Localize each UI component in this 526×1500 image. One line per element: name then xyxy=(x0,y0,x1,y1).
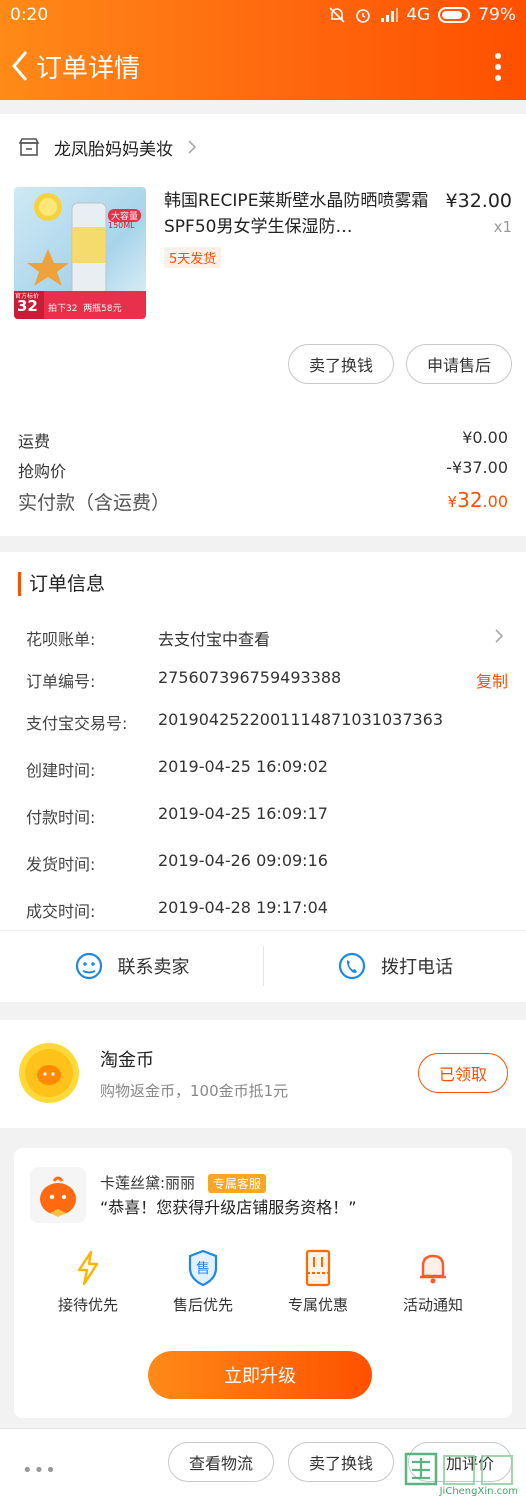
info-label: 花呗账单: xyxy=(26,630,96,649)
shipping-tag: 5天发货 xyxy=(164,247,222,268)
network-label: 4G xyxy=(406,5,431,25)
chevron-right-icon xyxy=(188,140,197,154)
claimed-button[interactable]: 已领取 xyxy=(418,1053,508,1093)
chat-face-icon xyxy=(75,952,102,980)
product-price: ¥32.00 xyxy=(445,190,512,212)
alarm-icon xyxy=(356,9,371,23)
product-thumbnail[interactable]: 大容量 150ML 官方标价 32 拍下32 两瓶58元 xyxy=(14,187,146,319)
fee-label: 运费 xyxy=(18,432,51,451)
info-label: 付款时间: xyxy=(26,808,96,827)
cs-badge: 专属客服 xyxy=(208,1174,267,1193)
paid-label: 实付款（含运费） xyxy=(18,492,171,514)
perk-reception: 接待优先 xyxy=(43,1248,133,1315)
contact-seller-label: 联系卖家 xyxy=(117,957,190,978)
info-label: 支付宝交易号: xyxy=(26,714,128,733)
page-title: 订单详情 xyxy=(36,54,141,84)
chevron-right-icon xyxy=(495,629,504,643)
phone-icon xyxy=(338,952,366,980)
app-header: 0:20 4G 79% 订单详情 xyxy=(0,0,526,100)
perk-label: 售后优先 xyxy=(172,1296,233,1314)
status-time: 0:20 xyxy=(10,5,49,25)
info-label: 成交时间: xyxy=(26,902,96,921)
status-bar: 0:20 4G 79% xyxy=(0,0,526,32)
shield-icon: 售 xyxy=(188,1249,218,1287)
gold-coin-icon xyxy=(19,1043,79,1103)
store-icon xyxy=(18,138,40,156)
paid-amount-integer: 32 xyxy=(457,488,483,512)
store-row[interactable]: 龙凤胎妈妈美妆 xyxy=(18,136,197,160)
info-value: 2019042522001114871031037363 xyxy=(158,710,444,729)
thumb-promo: 拍下32 两瓶58元 xyxy=(48,304,122,314)
perk-label: 专属优惠 xyxy=(287,1296,348,1314)
info-value: 2019-04-28 19:17:04 xyxy=(158,898,328,917)
thumb-price: 32 xyxy=(17,297,38,315)
paid-currency: ¥ xyxy=(447,493,458,511)
more-menu-icon[interactable] xyxy=(494,52,502,82)
call-phone-label: 拨打电话 xyxy=(381,957,453,978)
cs-avatar xyxy=(30,1167,86,1223)
perk-label: 接待优先 xyxy=(57,1296,118,1314)
store-name: 龙凤胎妈妈美妆 xyxy=(54,139,173,160)
paid-total-row: 实付款（含运费） ¥32.00 xyxy=(18,488,508,515)
view-logistics-button[interactable]: 查看物流 xyxy=(168,1442,274,1482)
cs-name: 卡莲丝黛:丽丽 xyxy=(100,1174,196,1192)
info-value: 2019-04-25 16:09:17 xyxy=(158,804,328,823)
info-label: 订单编号: xyxy=(26,672,96,691)
copy-button[interactable]: 复制 xyxy=(476,668,508,692)
upgrade-message: “恭喜！您获得升级店铺服务资格！” xyxy=(100,1198,357,1217)
paid-amount: ¥32.00 xyxy=(448,488,508,515)
back-arrow-icon[interactable] xyxy=(8,48,32,84)
perk-event-notice: 活动通知 xyxy=(388,1248,478,1315)
product-title[interactable]: 韩国RECIPE莱斯壁水晶防晒喷雾霜SPF50男女学生保湿防… xyxy=(164,188,434,240)
info-label: 发货时间: xyxy=(26,855,96,874)
fee-value: -¥37.00 xyxy=(446,458,508,477)
contact-seller-button[interactable]: 联系卖家 xyxy=(0,930,263,1002)
fee-row-discount: 抢购价 -¥37.00 xyxy=(18,458,508,482)
info-value: 去支付宝中查看 xyxy=(158,630,271,649)
taojinbi-title: 淘金币 xyxy=(100,1050,154,1071)
signal-icon xyxy=(381,8,399,22)
battery-icon xyxy=(438,7,471,23)
after-sale-button[interactable]: 申请售后 xyxy=(406,344,512,384)
call-phone-button[interactable]: 拨打电话 xyxy=(264,930,526,1002)
battery-level: 79% xyxy=(478,5,516,25)
perk-exclusive-offer: 专属优惠 xyxy=(273,1248,363,1315)
lightning-icon xyxy=(77,1250,99,1286)
nav-bar: 订单详情 xyxy=(0,32,526,100)
upgrade-now-button[interactable]: 立即升级 xyxy=(148,1351,372,1399)
more-dots-icon[interactable]: ••• xyxy=(22,1460,57,1481)
fee-label: 抢购价 xyxy=(18,462,67,481)
fee-row-shipping: 运费 ¥0.00 xyxy=(18,428,508,452)
info-value: 2019-04-26 09:09:16 xyxy=(158,851,328,870)
info-value: 275607396759493388 xyxy=(158,668,342,687)
paid-amount-cents: .00 xyxy=(482,492,508,511)
sell-button[interactable]: 卖了换钱 xyxy=(288,344,394,384)
coupon-icon xyxy=(305,1249,331,1287)
perk-after-sale: 售 售后优先 xyxy=(158,1248,248,1315)
bell-icon xyxy=(420,1254,446,1284)
taojinbi-subtitle: 购物返金币，100金币抵1元 xyxy=(100,1082,289,1100)
perk-label: 活动通知 xyxy=(402,1296,463,1314)
fee-value: ¥0.00 xyxy=(462,428,508,447)
product-quantity: x1 xyxy=(493,218,512,236)
info-value: 2019-04-25 16:09:02 xyxy=(158,757,328,776)
mute-icon xyxy=(329,7,345,23)
perk-icon-label: 售 xyxy=(196,1261,210,1277)
order-info-title: 订单信息 xyxy=(18,572,105,596)
info-label: 创建时间: xyxy=(26,761,96,780)
watermark-text: JiChengXin.com xyxy=(439,1486,518,1497)
bottom-sell-button[interactable]: 卖了换钱 xyxy=(288,1442,394,1482)
thumb-badge-volume: 150ML xyxy=(108,221,135,230)
